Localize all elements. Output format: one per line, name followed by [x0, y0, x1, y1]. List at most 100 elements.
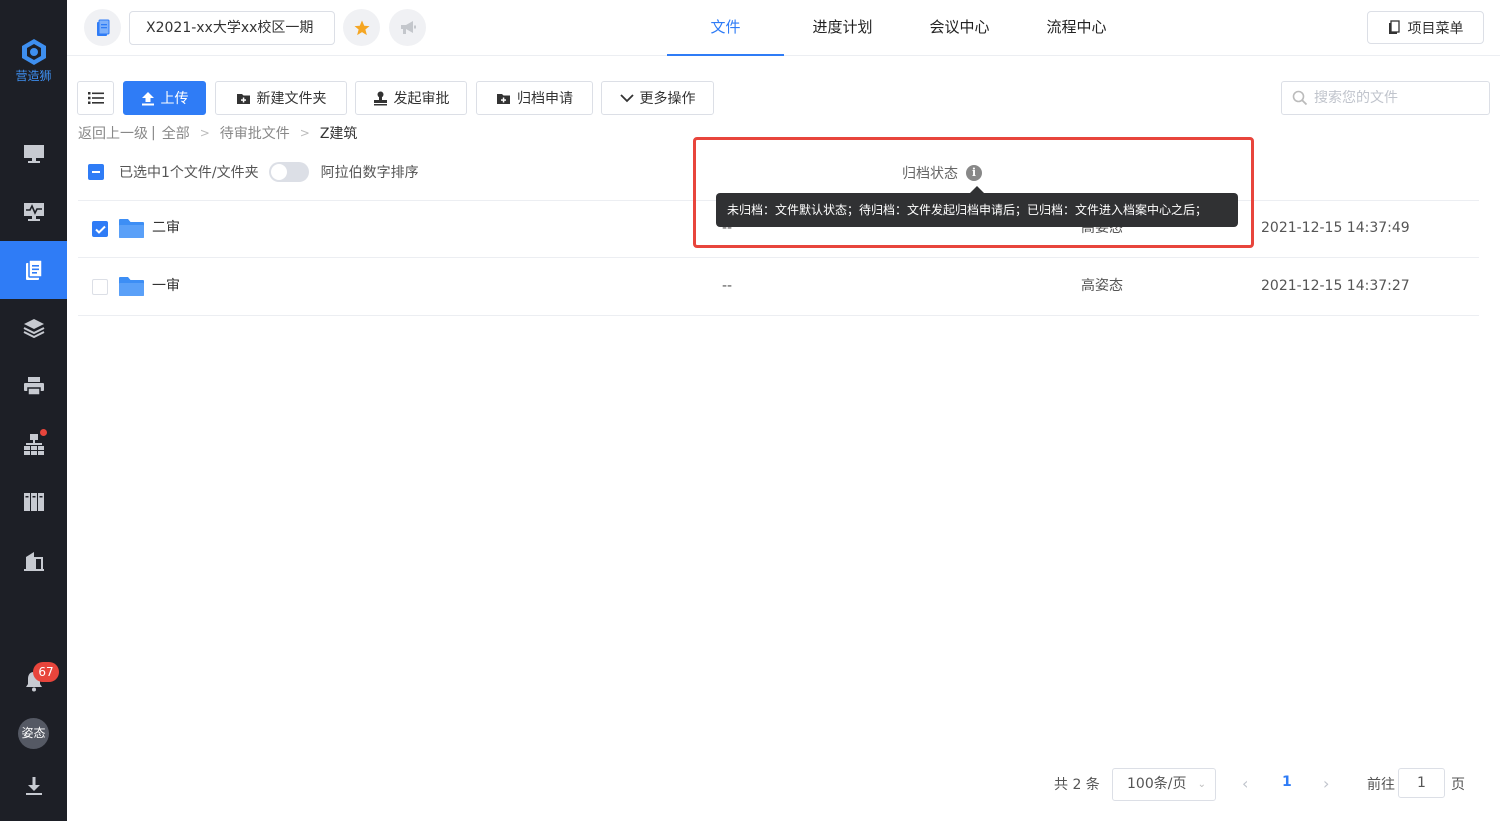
sidebar: 营造狮 67 姿态	[0, 0, 67, 821]
row-checkbox[interactable]	[92, 279, 108, 295]
project-doc-button[interactable]	[84, 9, 121, 46]
top-bar: X2021-xx大学xx校区一期 文件 进度计划 会议中心 流程中心 项目菜单	[67, 0, 1500, 56]
folder-plus-icon	[497, 93, 510, 104]
notification-dot	[40, 429, 47, 436]
chevron-down-icon: ⌄	[1197, 779, 1206, 790]
sidebar-item-archive[interactable]	[0, 473, 67, 531]
numeric-sort-label: 阿拉伯数字排序	[320, 165, 419, 181]
archive-status-tooltip: 未归档：文件默认状态；待归档：文件发起归档申请后；已归档：文件进入档案中心之后；	[716, 193, 1238, 227]
project-menu-label: 项目菜单	[1407, 20, 1464, 37]
folder-plus-icon	[236, 93, 250, 104]
minus-icon	[92, 171, 100, 173]
layers-icon	[23, 319, 44, 338]
printer-icon	[23, 377, 44, 396]
megaphone-icon	[400, 20, 416, 34]
building-icon	[23, 552, 44, 571]
sidebar-item-dashboard[interactable]	[0, 183, 67, 241]
sidebar-item-files[interactable]	[0, 241, 67, 299]
check-icon	[94, 225, 106, 234]
star-icon	[354, 20, 369, 35]
breadcrumb: 返回上一级 | 全部 > 待审批文件 > Z建筑	[78, 124, 357, 142]
page-suffix-label: 页	[1451, 777, 1465, 793]
breadcrumb-item-all[interactable]: 全部	[162, 123, 190, 143]
more-actions-label: 更多操作	[639, 91, 696, 107]
tab-meetings[interactable]: 会议中心	[901, 0, 1018, 56]
page-size-value: 100条/页	[1127, 776, 1187, 792]
table-row[interactable]: 一审 -- 高姿态 2021-12-15 14:37:27	[78, 258, 1479, 316]
list-icon	[87, 92, 104, 104]
tooltip-arrow	[970, 186, 984, 193]
more-actions-button[interactable]: 更多操作	[601, 81, 714, 115]
project-menu-button[interactable]: 项目菜单	[1367, 11, 1484, 44]
modified-time: 2021-12-15 14:37:27	[1261, 278, 1410, 294]
page-size-select[interactable]: 100条/页 ⌄	[1112, 768, 1216, 801]
folder-icon	[119, 277, 144, 296]
sidebar-item-organization[interactable]	[0, 415, 67, 473]
user-avatar[interactable]: 姿态	[18, 718, 49, 749]
new-folder-button[interactable]: 新建文件夹	[215, 81, 347, 115]
row-checkbox[interactable]	[92, 221, 108, 237]
document-icon	[96, 19, 109, 36]
chevron-right-icon: >	[199, 126, 210, 140]
selection-bar: 已选中1个文件/文件夹 阿拉伯数字排序	[88, 160, 419, 184]
sidebar-item-notifications[interactable]	[0, 652, 67, 710]
start-approval-label: 发起审批	[393, 91, 450, 107]
document-icon	[1388, 20, 1400, 34]
numeric-sort-toggle[interactable]	[268, 162, 309, 182]
archive-request-button[interactable]: 归档申请	[476, 81, 593, 115]
sidebar-item-buildings[interactable]	[0, 531, 67, 589]
upload-icon	[141, 91, 154, 105]
new-folder-label: 新建文件夹	[256, 91, 327, 107]
next-page-button[interactable]: ›	[1323, 774, 1329, 793]
modified-time: 2021-12-15 14:37:49	[1261, 220, 1410, 236]
pagination-total: 共 2 条	[1054, 777, 1100, 793]
favorite-button[interactable]	[343, 9, 380, 46]
archive-status-value: --	[722, 278, 733, 294]
stamp-icon	[373, 91, 387, 105]
sidebar-item-layers[interactable]	[0, 299, 67, 357]
list-view-button[interactable]	[77, 81, 114, 115]
breadcrumb-item-pending[interactable]: 待审批文件	[220, 123, 290, 143]
sidebar-item-print[interactable]	[0, 357, 67, 415]
select-all-checkbox[interactable]	[88, 164, 104, 180]
chevron-down-icon	[619, 93, 634, 102]
start-approval-button[interactable]: 发起审批	[355, 81, 467, 115]
tab-schedule[interactable]: 进度计划	[784, 0, 901, 56]
sidebar-item-monitor[interactable]	[0, 125, 67, 183]
archive-status-label: 归档状态	[902, 166, 958, 182]
brand-logo: 营造狮	[0, 38, 67, 84]
lion-logo-icon	[21, 39, 46, 65]
breadcrumb-item-current: Z建筑	[319, 126, 358, 142]
search-icon	[1292, 90, 1308, 106]
file-name[interactable]: 二审	[152, 200, 180, 257]
notification-count-badge: 67	[33, 662, 59, 682]
selection-count-text: 已选中1个文件/文件夹	[119, 165, 259, 181]
monitor-icon	[23, 145, 44, 163]
org-chart-icon	[23, 434, 44, 455]
announcement-button[interactable]	[389, 9, 426, 46]
chevron-right-icon: >	[299, 126, 310, 140]
archive-status-header: 归档状态 i	[902, 163, 982, 183]
tab-files[interactable]: 文件	[667, 0, 784, 56]
tab-workflow[interactable]: 流程中心	[1018, 0, 1135, 56]
search-input[interactable]	[1314, 90, 1484, 106]
prev-page-button[interactable]: ‹	[1242, 774, 1248, 793]
breadcrumb-divider: |	[151, 125, 156, 141]
info-icon[interactable]: i	[966, 165, 982, 181]
upload-button[interactable]: 上传	[123, 81, 206, 115]
back-link[interactable]: 返回上一级	[78, 123, 148, 143]
file-name[interactable]: 一审	[152, 258, 180, 315]
activity-monitor-icon	[23, 203, 44, 221]
file-search-box[interactable]	[1281, 81, 1490, 115]
folder-icon	[119, 219, 144, 238]
logo-text: 营造狮	[15, 69, 52, 83]
archive-request-label: 归档申请	[517, 91, 573, 107]
page-number-current[interactable]: 1	[1282, 774, 1292, 790]
owner-name: 高姿态	[1081, 278, 1123, 294]
goto-page-input[interactable]	[1398, 768, 1445, 798]
upload-label: 上传	[160, 91, 189, 107]
project-name-field[interactable]: X2021-xx大学xx校区一期	[129, 11, 335, 45]
download-icon	[25, 777, 42, 795]
archive-books-icon	[23, 493, 44, 511]
sidebar-item-download[interactable]	[0, 757, 67, 815]
